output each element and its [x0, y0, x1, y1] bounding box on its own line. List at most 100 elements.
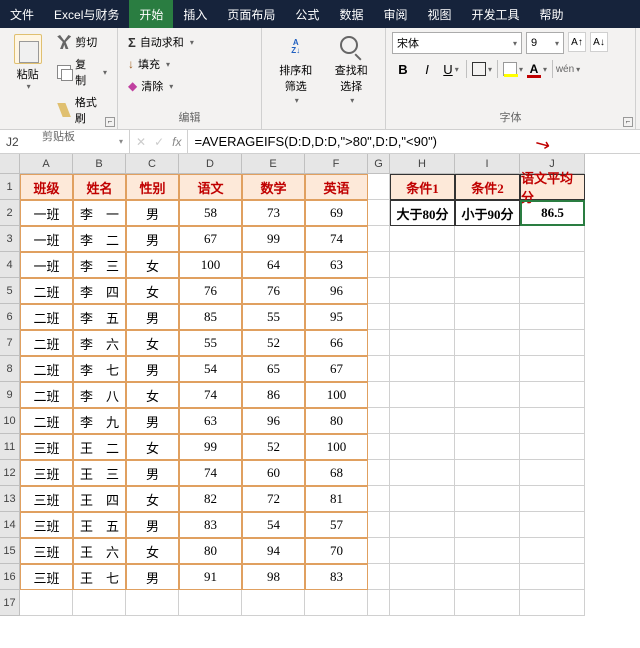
cell[interactable]: 三班 — [20, 512, 73, 538]
cell[interactable]: 王 六 — [73, 538, 126, 564]
cell[interactable]: 一班 — [20, 252, 73, 278]
cell[interactable] — [390, 304, 455, 330]
cell[interactable]: 男 — [126, 304, 179, 330]
col-header[interactable]: B — [73, 154, 126, 174]
tab-帮助[interactable]: 帮助 — [530, 0, 574, 28]
cell[interactable]: 女 — [126, 382, 179, 408]
cell[interactable] — [390, 434, 455, 460]
cell[interactable] — [520, 304, 585, 330]
cell[interactable]: 63 — [305, 252, 368, 278]
cell[interactable] — [305, 590, 368, 616]
cell[interactable]: 96 — [242, 408, 305, 434]
cell[interactable]: 条件2 — [455, 174, 520, 200]
cell[interactable] — [368, 460, 390, 486]
clear-button[interactable]: ◆清除▾ — [124, 76, 255, 96]
cell[interactable]: 73 — [242, 200, 305, 226]
row-header[interactable]: 13 — [0, 486, 20, 512]
cell[interactable]: 85 — [179, 304, 242, 330]
cell[interactable]: 58 — [179, 200, 242, 226]
cell[interactable]: 李 八 — [73, 382, 126, 408]
cell[interactable]: 100 — [305, 382, 368, 408]
cell[interactable]: 李 四 — [73, 278, 126, 304]
row-header[interactable]: 3 — [0, 226, 20, 252]
cell[interactable] — [368, 252, 390, 278]
cell[interactable]: 王 七 — [73, 564, 126, 590]
cell[interactable] — [368, 330, 390, 356]
cell[interactable]: 李 一 — [73, 200, 126, 226]
cell[interactable]: 男 — [126, 564, 179, 590]
cell[interactable]: 80 — [179, 538, 242, 564]
font-name-select[interactable]: 宋体▾ — [392, 32, 522, 54]
cell[interactable]: 74 — [179, 460, 242, 486]
row-header[interactable]: 17 — [0, 590, 20, 616]
col-header[interactable]: F — [305, 154, 368, 174]
cell[interactable] — [520, 512, 585, 538]
formula-input[interactable]: =AVERAGEIFS(D:D,D:D,">80",D:D,"<90") ↘ — [188, 130, 640, 153]
cell[interactable]: 一班 — [20, 226, 73, 252]
cell[interactable]: 男 — [126, 408, 179, 434]
cell[interactable]: 语文平均分 — [520, 174, 585, 200]
cell[interactable] — [368, 356, 390, 382]
cell[interactable] — [520, 434, 585, 460]
cell[interactable] — [520, 590, 585, 616]
cell[interactable] — [520, 382, 585, 408]
cell[interactable]: 女 — [126, 434, 179, 460]
cell[interactable]: 王 四 — [73, 486, 126, 512]
cell[interactable] — [455, 278, 520, 304]
cell[interactable] — [390, 460, 455, 486]
cell[interactable]: 女 — [126, 538, 179, 564]
cell[interactable]: 54 — [242, 512, 305, 538]
cell[interactable] — [455, 252, 520, 278]
cell[interactable] — [455, 460, 520, 486]
cell[interactable] — [390, 590, 455, 616]
col-header[interactable]: D — [179, 154, 242, 174]
fill-button[interactable]: ↓填充▾ — [124, 54, 255, 74]
cell[interactable]: 60 — [242, 460, 305, 486]
spreadsheet-grid[interactable]: 1234567891011121314151617 ABCDEFGHIJ 班级姓… — [0, 154, 640, 616]
cell[interactable] — [390, 226, 455, 252]
cell[interactable] — [520, 538, 585, 564]
cell[interactable]: 95 — [305, 304, 368, 330]
row-header[interactable]: 2 — [0, 200, 20, 226]
cell[interactable]: 女 — [126, 486, 179, 512]
cell[interactable]: 83 — [305, 564, 368, 590]
cell[interactable]: 72 — [242, 486, 305, 512]
fx-icon[interactable]: fx — [172, 135, 181, 149]
cell[interactable] — [520, 564, 585, 590]
format-painter-button[interactable]: 格式刷 — [53, 92, 111, 128]
cell[interactable] — [455, 434, 520, 460]
font-launcher[interactable]: ⌐ — [623, 117, 633, 127]
cell[interactable]: 二班 — [20, 330, 73, 356]
row-header[interactable]: 15 — [0, 538, 20, 564]
cell[interactable]: 语文 — [179, 174, 242, 200]
cell[interactable] — [390, 278, 455, 304]
cell[interactable]: 三班 — [20, 460, 73, 486]
cell[interactable]: 76 — [179, 278, 242, 304]
find-select-button[interactable]: 查找和选择▾ — [324, 32, 380, 108]
cell[interactable]: 二班 — [20, 278, 73, 304]
cell[interactable] — [520, 278, 585, 304]
cell[interactable] — [455, 590, 520, 616]
decrease-font-button[interactable]: A↓ — [590, 32, 608, 52]
cell[interactable] — [390, 408, 455, 434]
cell[interactable] — [73, 590, 126, 616]
font-color-button[interactable]: A▾ — [526, 58, 548, 80]
cell[interactable] — [368, 512, 390, 538]
cell[interactable] — [390, 252, 455, 278]
cell[interactable]: 82 — [179, 486, 242, 512]
cell[interactable] — [390, 538, 455, 564]
cell[interactable]: 三班 — [20, 434, 73, 460]
cell[interactable]: 性别 — [126, 174, 179, 200]
col-header[interactable]: E — [242, 154, 305, 174]
cell[interactable] — [390, 330, 455, 356]
cell[interactable] — [368, 434, 390, 460]
cell[interactable] — [368, 226, 390, 252]
row-header[interactable]: 14 — [0, 512, 20, 538]
cell[interactable]: 女 — [126, 330, 179, 356]
cell[interactable]: 王 五 — [73, 512, 126, 538]
cell[interactable]: 96 — [305, 278, 368, 304]
cell[interactable] — [368, 590, 390, 616]
cancel-icon[interactable]: ✕ — [136, 135, 146, 149]
cell[interactable]: 三班 — [20, 538, 73, 564]
cell[interactable]: 81 — [305, 486, 368, 512]
